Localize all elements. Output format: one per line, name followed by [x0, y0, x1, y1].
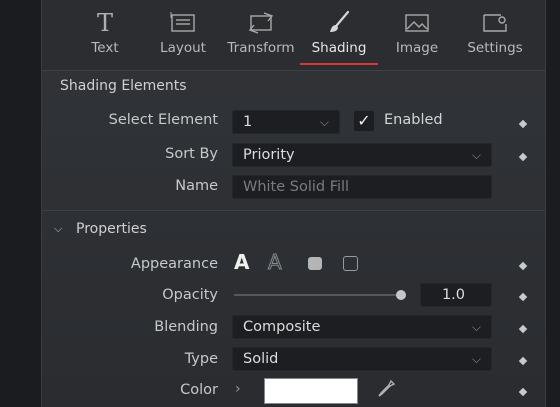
collapse-chevron-icon[interactable]: ⌵	[54, 222, 62, 236]
section-divider	[42, 210, 545, 211]
layout-icon	[142, 8, 224, 38]
chevron-down-icon: ⌵	[319, 115, 329, 129]
opacity-slider-handle[interactable]	[396, 290, 406, 300]
tab-layout[interactable]: Layout	[142, 8, 224, 66]
appearance-label: Appearance	[130, 256, 218, 272]
brush-icon	[298, 8, 380, 38]
appearance-outline-shape-option[interactable]	[343, 256, 358, 271]
sort-by-label: Sort By	[165, 146, 218, 162]
type-value: Solid	[243, 351, 279, 367]
transform-icon	[220, 8, 302, 38]
tab-text-label: Text	[91, 40, 119, 56]
blending-value: Composite	[243, 319, 321, 335]
right-panel-edge	[545, 0, 560, 407]
color-expand-chevron-icon[interactable]: ›	[235, 381, 241, 397]
chevron-down-icon: ⌵	[471, 352, 481, 366]
opacity-input[interactable]: 1.0	[420, 283, 492, 307]
chevron-down-icon: ⌵	[471, 320, 481, 334]
inspector-tab-bar: T Text Layout Transform Shading Image Se…	[42, 0, 545, 71]
image-icon	[376, 8, 458, 38]
select-element-label: Select Element	[108, 112, 218, 128]
sort-by-value: Priority	[243, 147, 295, 163]
tab-image-label: Image	[395, 40, 439, 56]
blending-dropdown[interactable]: Composite ⌵	[232, 315, 492, 339]
opacity-label: Opacity	[162, 287, 218, 303]
sort-by-dropdown[interactable]: Priority ⌵	[232, 143, 492, 167]
select-element-dropdown[interactable]: 1 ⌵	[232, 110, 340, 134]
appearance-outline-text-option[interactable]: A	[268, 250, 283, 275]
appearance-solid-text-option[interactable]: A	[234, 250, 249, 274]
tab-shading-label: Shading	[311, 40, 367, 56]
text-tool-icon: T	[96, 9, 113, 37]
tab-image[interactable]: Image	[376, 8, 458, 66]
blending-label: Blending	[154, 319, 218, 335]
active-tab-indicator	[300, 63, 378, 65]
left-panel-edge	[0, 0, 42, 407]
enabled-checkbox[interactable]: ✓	[354, 111, 374, 131]
tab-transform[interactable]: Transform	[220, 8, 302, 66]
enabled-label: Enabled	[384, 112, 443, 128]
name-label: Name	[175, 178, 218, 194]
properties-title: Properties	[76, 221, 147, 237]
tab-settings[interactable]: Settings	[454, 8, 536, 66]
color-swatch[interactable]	[264, 378, 358, 404]
color-label: Color	[180, 382, 218, 398]
chevron-down-icon: ⌵	[471, 148, 481, 162]
tab-settings-label: Settings	[467, 40, 523, 56]
type-dropdown[interactable]: Solid ⌵	[232, 347, 492, 371]
eyedropper-icon[interactable]	[376, 379, 396, 403]
tab-text[interactable]: T Text	[64, 8, 146, 66]
tab-shading[interactable]: Shading	[298, 8, 380, 66]
name-input[interactable]: White Solid Fill	[232, 175, 492, 199]
type-label: Type	[184, 351, 218, 367]
opacity-slider-track[interactable]	[234, 294, 402, 296]
tab-layout-label: Layout	[160, 40, 206, 56]
shading-elements-title: Shading Elements	[60, 78, 187, 94]
settings-icon	[454, 8, 536, 38]
tab-transform-label: Transform	[227, 40, 295, 56]
select-element-value: 1	[243, 114, 253, 130]
appearance-solid-shape-option[interactable]	[308, 257, 322, 270]
